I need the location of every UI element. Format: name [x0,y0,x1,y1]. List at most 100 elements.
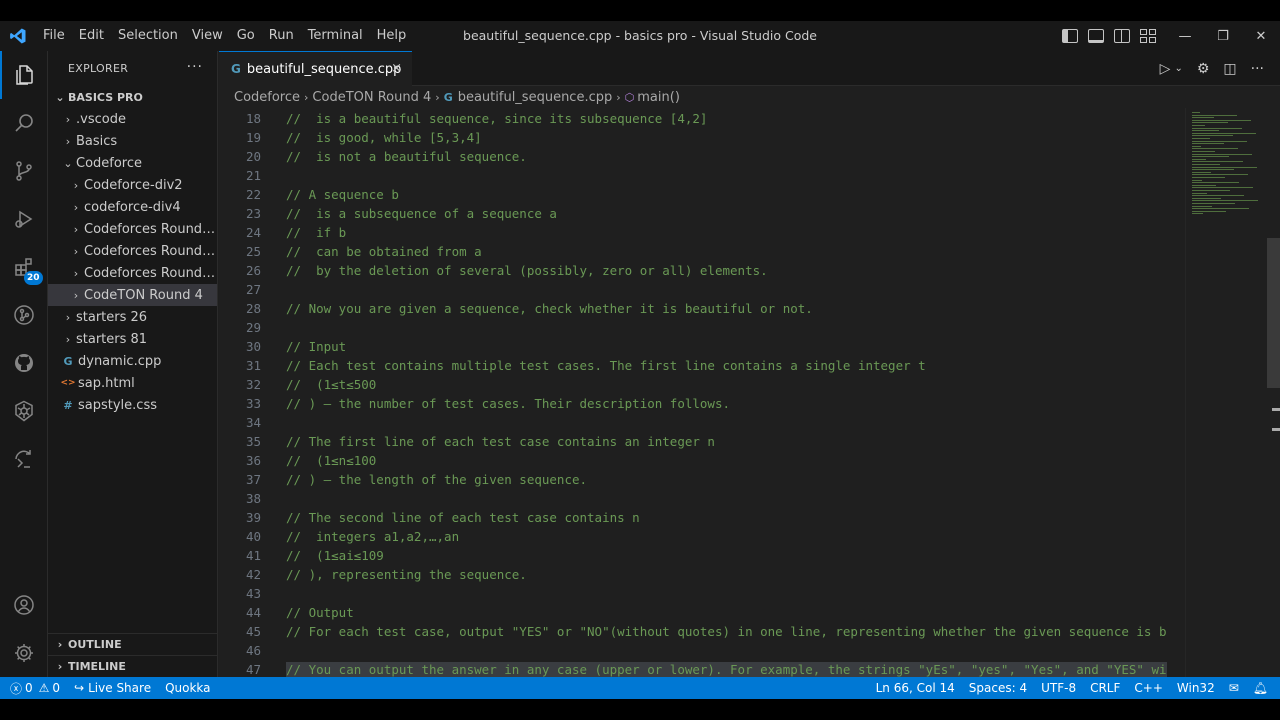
folder-item[interactable]: ⌄ Codeforce [48,152,217,174]
code-line[interactable]: 25 // can be obtained from a [219,242,1185,261]
file-item[interactable]: # sapstyle.css [48,394,217,416]
folder-item[interactable]: › starters 26 [48,306,217,328]
folder-item[interactable]: › Codeforces Round 8... [48,240,217,262]
settings-gear-icon[interactable]: ⚙ [1197,61,1210,77]
file-item[interactable]: Gdynamic.cpp [48,350,217,372]
platform-status[interactable]: Win32 [1170,677,1222,699]
code-line[interactable]: 39 // The second line of each test case c… [219,508,1185,527]
more-actions-icon[interactable]: ··· [187,59,203,75]
run-debug-icon[interactable] [0,195,48,243]
cursor-position[interactable]: Ln 66, Col 14 [869,677,962,699]
toggle-secondary-sidebar-icon[interactable] [1114,29,1130,43]
code-line[interactable]: 44 // Output [219,603,1185,622]
menu-edit[interactable]: Edit [72,21,111,51]
more-actions-icon[interactable]: ··· [1251,61,1264,77]
folder-item[interactable]: › .vscode [48,108,217,130]
indentation-status[interactable]: Spaces: 4 [962,677,1034,699]
folder-item[interactable]: › Codeforces Round 1... [48,218,217,240]
folder-item[interactable]: › starters 81 [48,328,217,350]
code-line[interactable]: 41 // (1≤ai≤109 [219,546,1185,565]
code-line[interactable]: 37 // ) — the length of the given sequenc… [219,470,1185,489]
menu-run[interactable]: Run [262,21,301,51]
menu-terminal[interactable]: Terminal [301,21,370,51]
menu-view[interactable]: View [185,21,230,51]
menu-selection[interactable]: Selection [111,21,185,51]
code-line[interactable]: 31 // Each test contains multiple test ca… [219,356,1185,375]
code-line[interactable]: 45 // For each test case, output "YES" or… [219,622,1185,641]
code-line[interactable]: 18 // is a beautiful sequence, since its … [219,109,1185,128]
code-line[interactable]: 46 [219,641,1185,660]
live-share-status[interactable]: ↪ Live Share [67,677,158,699]
minimize-icon[interactable]: — [1166,21,1204,51]
gitlens-icon[interactable] [0,291,48,339]
code-line[interactable]: 35 // The first line of each test case co… [219,432,1185,451]
source-control-icon[interactable] [0,147,48,195]
code-line[interactable]: 20 // is not a beautiful sequence. [219,147,1185,166]
manage-gear-icon[interactable] [0,629,48,677]
menu-file[interactable]: File [36,21,72,51]
folder-item[interactable]: › CodeTON Round 4 [48,284,217,306]
code-line[interactable]: 19 // is good, while [5,3,4] [219,128,1185,147]
code-line[interactable]: 29 [219,318,1185,337]
folder-item[interactable]: › Basics [48,130,217,152]
breadcrumb-item[interactable]: main() [637,90,680,105]
code-line[interactable]: 47 // You can output the answer in any ca… [219,660,1185,677]
explorer-icon[interactable] [0,51,48,99]
close-window-icon[interactable]: ✕ [1242,21,1280,51]
code-line[interactable]: 26 // by the deletion of several (possibl… [219,261,1185,280]
code-line[interactable]: 27 [219,280,1185,299]
code-line[interactable]: 32 // (1≤t≤500 [219,375,1185,394]
notifications-bell-icon[interactable]: 🔔︎ [1246,677,1280,699]
code-line[interactable]: 28 // Now you are given a sequence, check… [219,299,1185,318]
breadcrumb-item[interactable]: beautiful_sequence.cpp [458,90,613,105]
search-icon[interactable] [0,99,48,147]
code-line[interactable]: 33 // ) — the number of test cases. Their… [219,394,1185,413]
code-line[interactable]: 24 // if b [219,223,1185,242]
breadcrumb-item[interactable]: CodeTON Round 4 [312,90,431,105]
code-line[interactable]: 42 // ), representing the sequence. [219,565,1185,584]
extensions-icon[interactable]: 20 [0,243,48,291]
accounts-icon[interactable] [0,581,48,629]
encoding-status[interactable]: UTF-8 [1034,677,1083,699]
timeline-section[interactable]: › TIMELINE [48,655,217,677]
run-code-icon[interactable]: ▷ [1160,61,1171,77]
customize-layout-icon[interactable] [1140,29,1156,43]
split-editor-icon[interactable]: ◫ [1223,61,1236,77]
file-item[interactable]: <> sap.html [48,372,217,394]
github-icon[interactable] [0,339,48,387]
editor-scrollbar[interactable] [1266,108,1280,677]
code-line[interactable]: 34 [219,413,1185,432]
code-line[interactable]: 21 [219,166,1185,185]
code-view[interactable]: 18 // is a beautiful sequence, since its … [219,108,1185,677]
tab-beautiful-sequence[interactable]: G beautiful_sequence.cpp × [219,51,412,86]
outline-section[interactable]: › OUTLINE [48,633,217,655]
language-status[interactable]: C++ [1127,677,1170,699]
code-line[interactable]: 36 // (1≤n≤100 [219,451,1185,470]
workspace-root[interactable]: ⌄ BASICS PRO [48,86,217,108]
folder-item[interactable]: › codeforce-div4 [48,196,217,218]
menu-go[interactable]: Go [230,21,262,51]
code-text: // Output [286,605,354,620]
code-line[interactable]: 23 // is a subsequence of a sequence a [219,204,1185,223]
quokka-status[interactable]: Quokka [158,677,217,699]
kubernetes-icon[interactable] [0,387,48,435]
code-line[interactable]: 40 // integers a1,a2,…,an [219,527,1185,546]
code-line[interactable]: 43 [219,584,1185,603]
folder-item[interactable]: › Codeforce-div2 [48,174,217,196]
code-line[interactable]: 38 [219,489,1185,508]
folder-item[interactable]: › Codeforces Round 8... [48,262,217,284]
close-tab-icon[interactable]: × [391,61,402,76]
restore-icon[interactable]: ❐ [1204,21,1242,51]
code-line[interactable]: 22 // A sequence b [219,185,1185,204]
minimap-line [1192,127,1242,129]
breadcrumb-item[interactable]: Codeforce [234,90,300,105]
toggle-primary-sidebar-icon[interactable] [1062,29,1078,43]
feedback-icon[interactable]: ✉ [1222,677,1246,699]
scrollbar-thumb[interactable] [1267,238,1280,388]
code-line[interactable]: 30 // Input [219,337,1185,356]
problems-status[interactable]: ⓧ 0 ⚠ 0 [0,677,67,699]
eol-status[interactable]: CRLF [1083,677,1127,699]
remote-explorer-icon[interactable] [0,435,48,483]
toggle-panel-icon[interactable] [1088,29,1104,43]
run-dropdown-chevron-icon[interactable]: ⌄ [1174,63,1182,74]
